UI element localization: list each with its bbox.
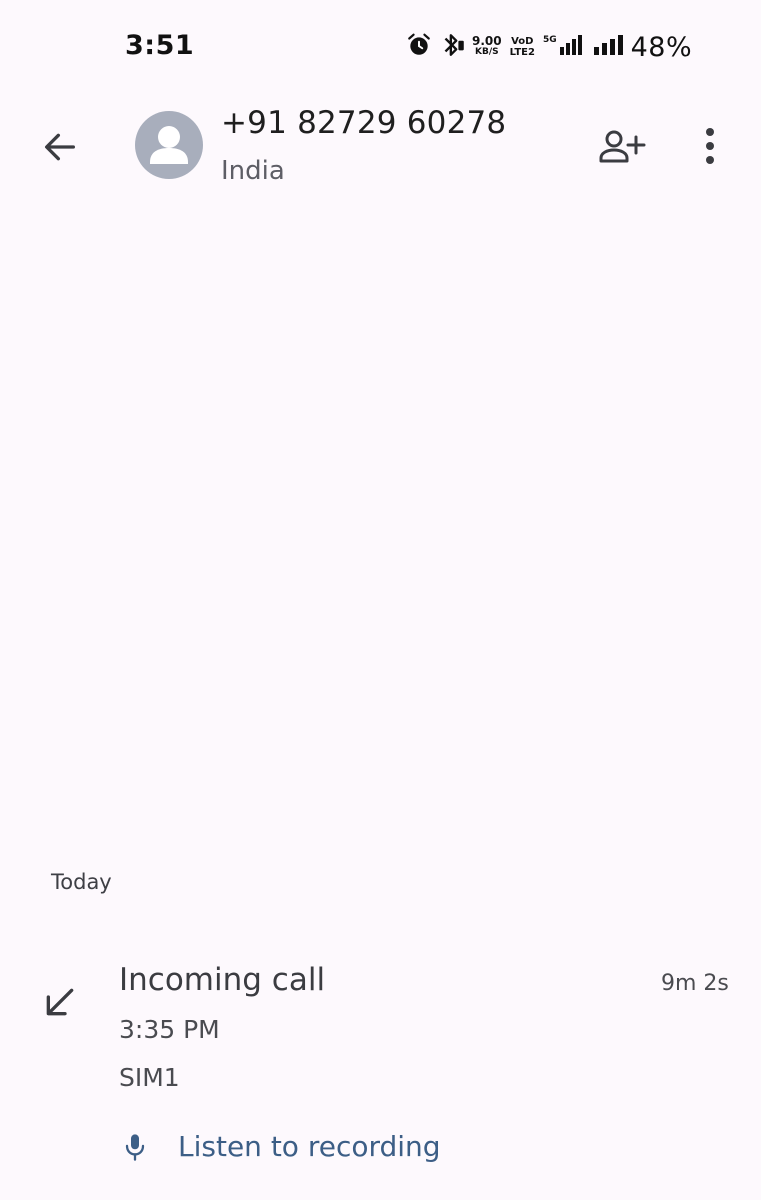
listen-to-recording-button[interactable]: Listen to recording	[112, 1124, 441, 1170]
signal-icon	[593, 33, 623, 61]
mic-icon	[112, 1124, 158, 1170]
arrow-back-icon	[45, 133, 76, 161]
volte-indicator: VoD LTE2	[509, 36, 535, 58]
more-vert-icon	[706, 128, 714, 164]
contact-number: +91 82729 60278	[221, 105, 507, 141]
call-duration: 9m 2s	[661, 971, 729, 996]
call-time: 3:35 PM	[119, 1015, 220, 1044]
call-type: Incoming call	[119, 962, 326, 998]
person-icon	[150, 126, 188, 164]
network-type: 5G	[542, 35, 557, 45]
incoming-call-icon	[36, 978, 84, 1026]
listen-to-recording-label: Listen to recording	[178, 1130, 441, 1163]
network-speed: 9.00 KB/S	[472, 34, 502, 57]
contact-country: India	[221, 156, 285, 186]
more-options-button[interactable]	[688, 118, 732, 174]
signal-icon	[559, 33, 583, 61]
call-sim: SIM1	[119, 1063, 180, 1092]
battery-level: 48%	[630, 31, 693, 63]
date-header: Today	[51, 870, 112, 894]
status-icons: 9.00 KB/S VoD LTE2 5G 48%	[406, 28, 692, 66]
person-add-icon	[599, 130, 646, 163]
avatar	[135, 111, 203, 179]
back-button[interactable]	[34, 122, 86, 172]
status-time: 3:51	[125, 30, 195, 61]
bluetooth-icon	[440, 31, 466, 63]
alarm-icon	[406, 32, 432, 62]
add-contact-button[interactable]	[592, 122, 652, 172]
